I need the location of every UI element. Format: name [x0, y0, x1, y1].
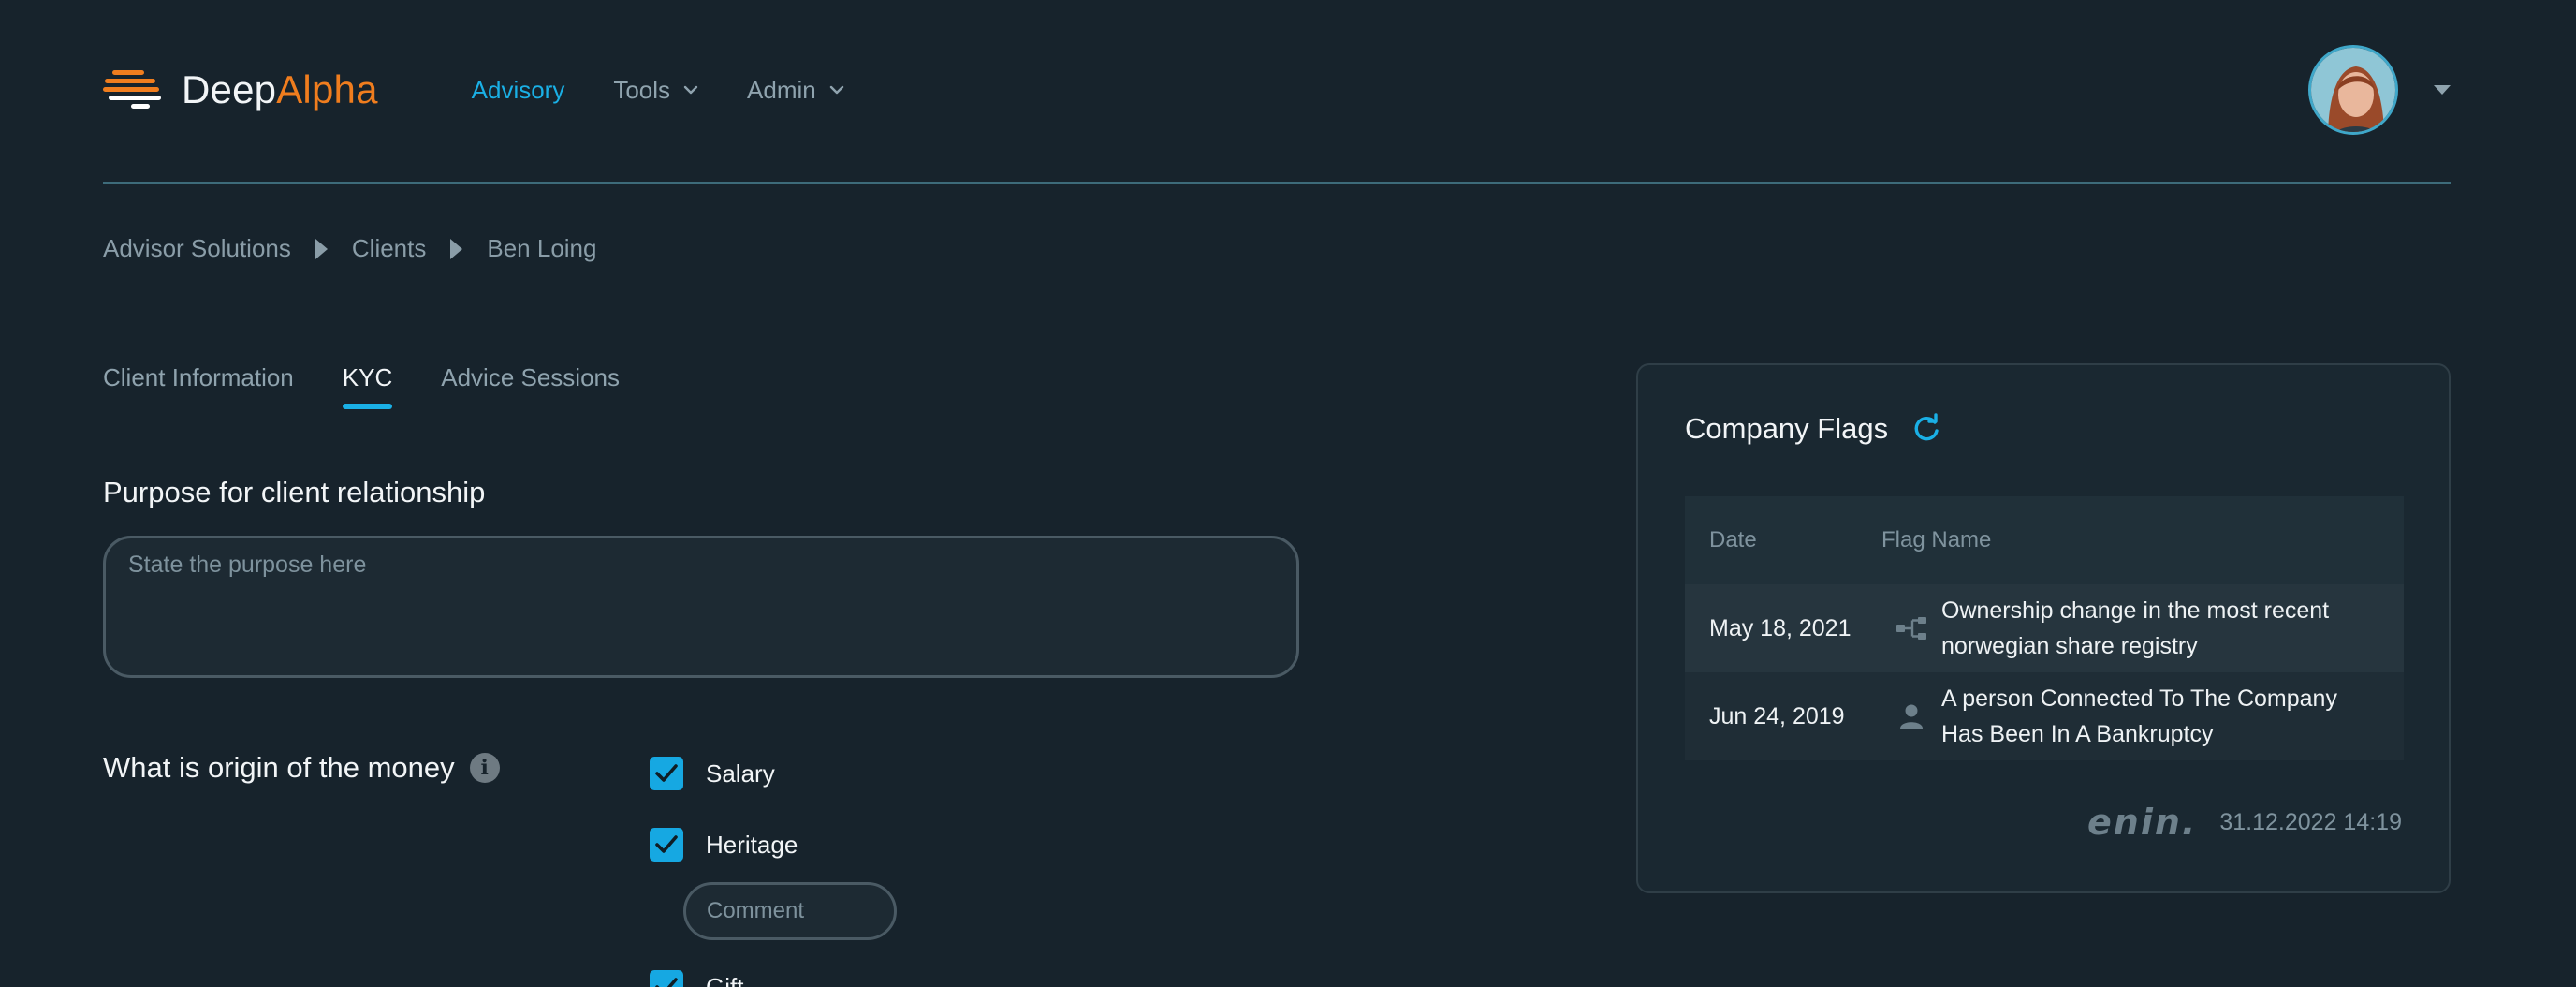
company-flags-header: Company Flags	[1685, 412, 1942, 446]
checkbox-heritage[interactable]	[650, 828, 683, 862]
nav-item-label: Advisory	[471, 75, 565, 104]
table-row[interactable]: May 18, 2021 Ownership change in the mos…	[1685, 584, 2404, 672]
chevron-down-icon	[829, 85, 843, 95]
header-divider	[103, 182, 2451, 184]
nav-item-label: Admin	[747, 75, 816, 104]
logo-text-alpha: Alpha	[276, 67, 378, 111]
checkbox-salary[interactable]	[650, 757, 683, 790]
avatar[interactable]	[2308, 45, 2398, 135]
origin-title: What is origin of the money i	[103, 751, 500, 785]
flag-name-line: norwegian share registry	[1941, 633, 2198, 659]
user-menu[interactable]	[2308, 45, 2451, 135]
company-flags-footer: enin. 31.12.2022 14:19	[2087, 802, 2402, 843]
tab-client-information[interactable]: Client Information	[103, 363, 294, 409]
person-icon	[1881, 702, 1941, 730]
option-label-heritage: Heritage	[706, 830, 798, 859]
client-tabs: Client Information KYC Advice Sessions	[103, 363, 620, 409]
table-row[interactable]: Jun 24, 2019 A person Connected To The C…	[1685, 672, 2404, 760]
company-flags-title: Company Flags	[1685, 412, 1889, 445]
nav-item-tools[interactable]: Tools	[613, 76, 698, 105]
origin-option-salary[interactable]: Salary	[650, 757, 775, 790]
tab-kyc[interactable]: KYC	[342, 363, 393, 409]
check-icon	[655, 978, 678, 987]
logo-mark-icon	[103, 70, 161, 109]
check-icon	[655, 764, 678, 782]
nav-item-label: Tools	[613, 75, 671, 104]
logo-text: DeepAlpha	[182, 67, 378, 112]
origin-title-text: What is origin of the money	[103, 751, 455, 784]
flags-timestamp: 31.12.2022 14:19	[2219, 808, 2402, 835]
info-icon[interactable]: i	[469, 753, 500, 783]
breadcrumb-item-clients[interactable]: Clients	[352, 234, 426, 263]
table-header-row: Date Flag Name	[1685, 496, 2404, 584]
flag-date: Jun 24, 2019	[1709, 703, 1845, 729]
company-flags-card: Company Flags Date Flag Name May 18, 202…	[1636, 363, 2451, 893]
breadcrumb: Advisor Solutions Clients Ben Loing	[103, 234, 596, 263]
purpose-title: Purpose for client relationship	[103, 476, 486, 508]
breadcrumb-separator-icon	[450, 238, 463, 259]
flag-name-line: Ownership change in the most recent	[1941, 597, 2330, 624]
caret-down-icon[interactable]	[2434, 85, 2451, 95]
heritage-comment-input[interactable]	[683, 882, 897, 940]
deepalpha-logo[interactable]: DeepAlpha	[103, 45, 378, 135]
main-nav: Advisory Tools Admin	[472, 76, 844, 105]
origin-option-heritage[interactable]: Heritage	[650, 828, 798, 862]
top-header: DeepAlpha Advisory Tools Admin	[103, 45, 2451, 135]
flag-name-line: A person Connected To The Company	[1941, 685, 2337, 712]
column-header-flag-name: Flag Name	[1881, 527, 1992, 552]
company-flags-table: Date Flag Name May 18, 2021 Ownership ch…	[1685, 496, 2404, 760]
enin-logo: enin.	[2087, 802, 2198, 843]
option-label-gift: Gift	[706, 972, 744, 987]
flag-name: Ownership change in the most recent norw…	[1941, 593, 2404, 664]
ownership-tree-icon	[1881, 616, 1941, 641]
flag-name: A person Connected To The Company Has Be…	[1941, 681, 2404, 752]
tab-advice-sessions[interactable]: Advice Sessions	[441, 363, 620, 409]
origin-option-gift[interactable]: Gift	[650, 970, 743, 987]
page: DeepAlpha Advisory Tools Admin Advisor S…	[0, 0, 2576, 987]
option-label-salary: Salary	[706, 759, 775, 788]
logo-text-deep: Deep	[182, 67, 277, 111]
breadcrumb-item-current: Ben Loing	[487, 234, 597, 262]
avatar-icon	[2311, 48, 2395, 132]
column-header-date: Date	[1709, 527, 1757, 552]
breadcrumb-item-advisor-solutions[interactable]: Advisor Solutions	[103, 234, 291, 263]
checkbox-gift[interactable]	[650, 970, 683, 987]
chevron-down-icon	[683, 85, 698, 95]
purpose-input[interactable]	[103, 536, 1299, 678]
breadcrumb-separator-icon	[315, 238, 328, 259]
nav-item-advisory[interactable]: Advisory	[472, 76, 565, 105]
check-icon	[655, 835, 678, 853]
flag-name-line: Has Been In A Bankruptcy	[1941, 721, 2214, 747]
flag-date: May 18, 2021	[1709, 615, 1852, 641]
refresh-icon[interactable]	[1910, 413, 1942, 445]
nav-item-admin[interactable]: Admin	[747, 76, 844, 105]
